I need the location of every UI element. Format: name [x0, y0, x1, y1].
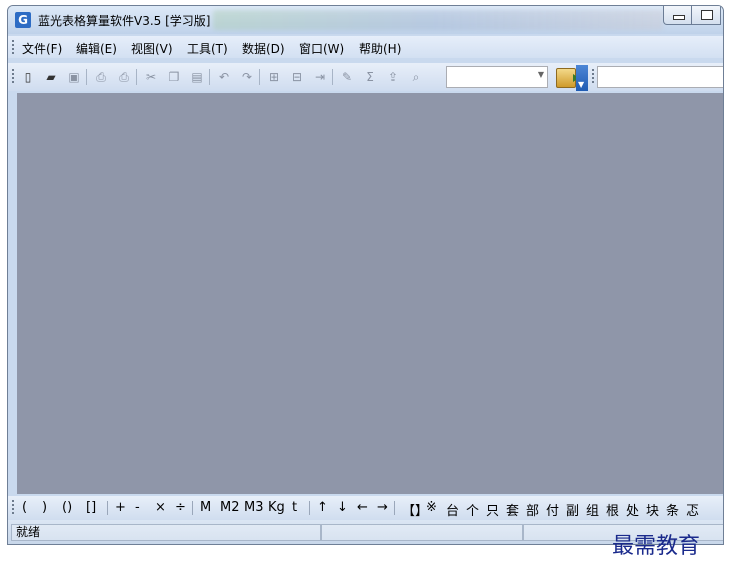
title-bar[interactable]: G 蓝光表格算量软件V3.5 [学习版] — [8, 6, 723, 34]
open-icon[interactable]: ▰ — [43, 69, 59, 85]
symbol-separator — [192, 501, 193, 515]
blurred-background-tabs — [213, 10, 663, 30]
window-title: 蓝光表格算量软件V3.5 [学习版] — [38, 14, 211, 28]
print-preview-icon[interactable]: ⎙ — [93, 69, 109, 85]
status-text: 就绪 — [16, 525, 41, 539]
symbol-button[interactable]: - — [135, 500, 140, 515]
symbol-button[interactable]: ÷ — [175, 500, 186, 515]
symbol-button[interactable]: Kg — [268, 500, 285, 515]
overflow-chevron-icon: ▼ — [578, 80, 585, 89]
symbol-button[interactable]: 条 — [666, 500, 679, 519]
symbol-button[interactable]: 台 — [446, 500, 459, 519]
symbol-separator — [394, 501, 395, 515]
symbol-button[interactable]: 套 — [506, 500, 519, 519]
toolbar-grip-icon[interactable] — [12, 69, 14, 85]
export-icon[interactable]: ⇪ — [385, 69, 401, 85]
symbar-grip-icon[interactable] — [12, 500, 14, 516]
undo-icon[interactable]: ↶ — [216, 69, 232, 85]
symbol-button[interactable]: [] — [86, 500, 96, 515]
symbol-button[interactable]: 只 — [486, 500, 499, 519]
menu-view[interactable]: 视图(V) — [131, 40, 173, 57]
status-panel-main: 就绪 — [11, 524, 321, 541]
watermark-logo: 最需教育 — [612, 534, 701, 559]
toolbar-search-combo[interactable] — [597, 66, 723, 88]
symbol-button[interactable]: t — [292, 500, 297, 515]
menu-window[interactable]: 窗口(W) — [299, 40, 344, 57]
minimize-button[interactable] — [663, 6, 693, 25]
print-icon[interactable]: ⎙ — [116, 69, 132, 85]
symbol-button[interactable]: ( — [22, 500, 27, 515]
symbol-button[interactable]: ↓ — [337, 500, 348, 515]
symbol-button[interactable]: 部 — [526, 500, 539, 519]
status-panel-2 — [321, 524, 523, 541]
toolbar-separator — [259, 69, 260, 85]
delete-row-icon[interactable]: ⊟ — [289, 69, 305, 85]
minimize-icon — [673, 15, 685, 20]
sum-icon[interactable]: Σ — [362, 69, 378, 85]
symbol-button[interactable]: × — [155, 500, 166, 515]
paste-icon[interactable]: ▤ — [189, 69, 205, 85]
toolbar-separator — [86, 69, 87, 85]
new-icon[interactable]: ▯ — [20, 69, 36, 85]
find-icon[interactable]: ⌕ — [408, 69, 424, 85]
symbol-button[interactable]: M — [200, 500, 211, 515]
copy-icon[interactable]: ❐ — [166, 69, 182, 85]
exit-icon[interactable] — [556, 68, 579, 88]
app-logo-icon[interactable]: G — [15, 12, 31, 28]
symbol-button[interactable]: + — [115, 500, 126, 515]
menu-edit[interactable]: 编辑(E) — [76, 40, 117, 57]
symbol-button[interactable]: 副 — [566, 500, 579, 519]
symbol-button[interactable]: 组 — [586, 500, 599, 519]
menu-tools[interactable]: 工具(T) — [187, 40, 228, 57]
symbol-button[interactable]: 块 — [646, 500, 659, 519]
toolbar-combo[interactable]: ▼ — [446, 66, 548, 88]
symbol-button[interactable]: ※ — [426, 500, 437, 515]
symbol-button[interactable]: M2 — [220, 500, 240, 515]
app-window: G 蓝光表格算量软件V3.5 [学习版] 文件(F) 编辑(E) 视图(V) 工… — [7, 5, 724, 545]
symbol-button[interactable]: M3 — [244, 500, 264, 515]
menu-data[interactable]: 数据(D) — [242, 40, 285, 57]
symbol-button[interactable]: ) — [42, 500, 47, 515]
toolbar-separator — [332, 69, 333, 85]
cut-icon[interactable]: ✂ — [143, 69, 159, 85]
maximize-button[interactable] — [691, 6, 721, 25]
toolbar-overflow-button[interactable]: ▼ — [576, 65, 588, 91]
symbol-button[interactable]: 根 — [606, 500, 619, 519]
toolbar2-grip-icon[interactable] — [592, 69, 594, 85]
mdi-workspace[interactable] — [17, 93, 723, 494]
brush-icon[interactable]: ✎ — [339, 69, 355, 85]
insert-col-icon[interactable]: ⇥ — [312, 69, 328, 85]
toolbar-separator — [136, 69, 137, 85]
redo-icon[interactable]: ↷ — [239, 69, 255, 85]
menu-bar: 文件(F) 编辑(E) 视图(V) 工具(T) 数据(D) 窗口(W) 帮助(H… — [8, 36, 723, 58]
symbol-button[interactable]: 付 — [546, 500, 559, 519]
symbol-button[interactable]: 处 — [626, 500, 639, 519]
window-controls — [663, 6, 723, 28]
menu-help[interactable]: 帮助(H) — [359, 40, 401, 57]
save-icon[interactable]: ▣ — [66, 69, 82, 85]
symbol-button[interactable]: 忑 — [686, 500, 699, 519]
symbol-separator — [309, 501, 310, 515]
symbol-separator — [107, 501, 108, 515]
maximize-icon — [701, 10, 713, 20]
symbol-toolbar: () () [] + - × ÷ M M2 M3 Kg t ↑ ↓ ← → 【】 ※ 台个只套部付副组根处块条忑 — [8, 496, 723, 520]
symbol-button[interactable]: ↑ — [317, 500, 328, 515]
toolbar-separator — [209, 69, 210, 85]
symbol-button[interactable]: () — [62, 500, 72, 515]
chevron-down-icon[interactable]: ▼ — [538, 70, 544, 79]
standard-toolbar: ▯ ▰ ▣ ⎙ ⎙ ✂ ❐ ▤ ↶ ↷ ⊞ ⊟ ⇥ ✎ Σ ⇪ ⌕ ▼ ▼ — [8, 63, 723, 91]
symbol-button[interactable]: → — [377, 500, 388, 515]
symbol-button[interactable]: 【】 — [402, 500, 428, 519]
menubar-grip-icon[interactable] — [12, 40, 14, 54]
symbol-button[interactable]: ← — [357, 500, 368, 515]
insert-row-icon[interactable]: ⊞ — [266, 69, 282, 85]
menu-file[interactable]: 文件(F) — [22, 40, 62, 57]
symbol-button[interactable]: 个 — [466, 500, 479, 519]
